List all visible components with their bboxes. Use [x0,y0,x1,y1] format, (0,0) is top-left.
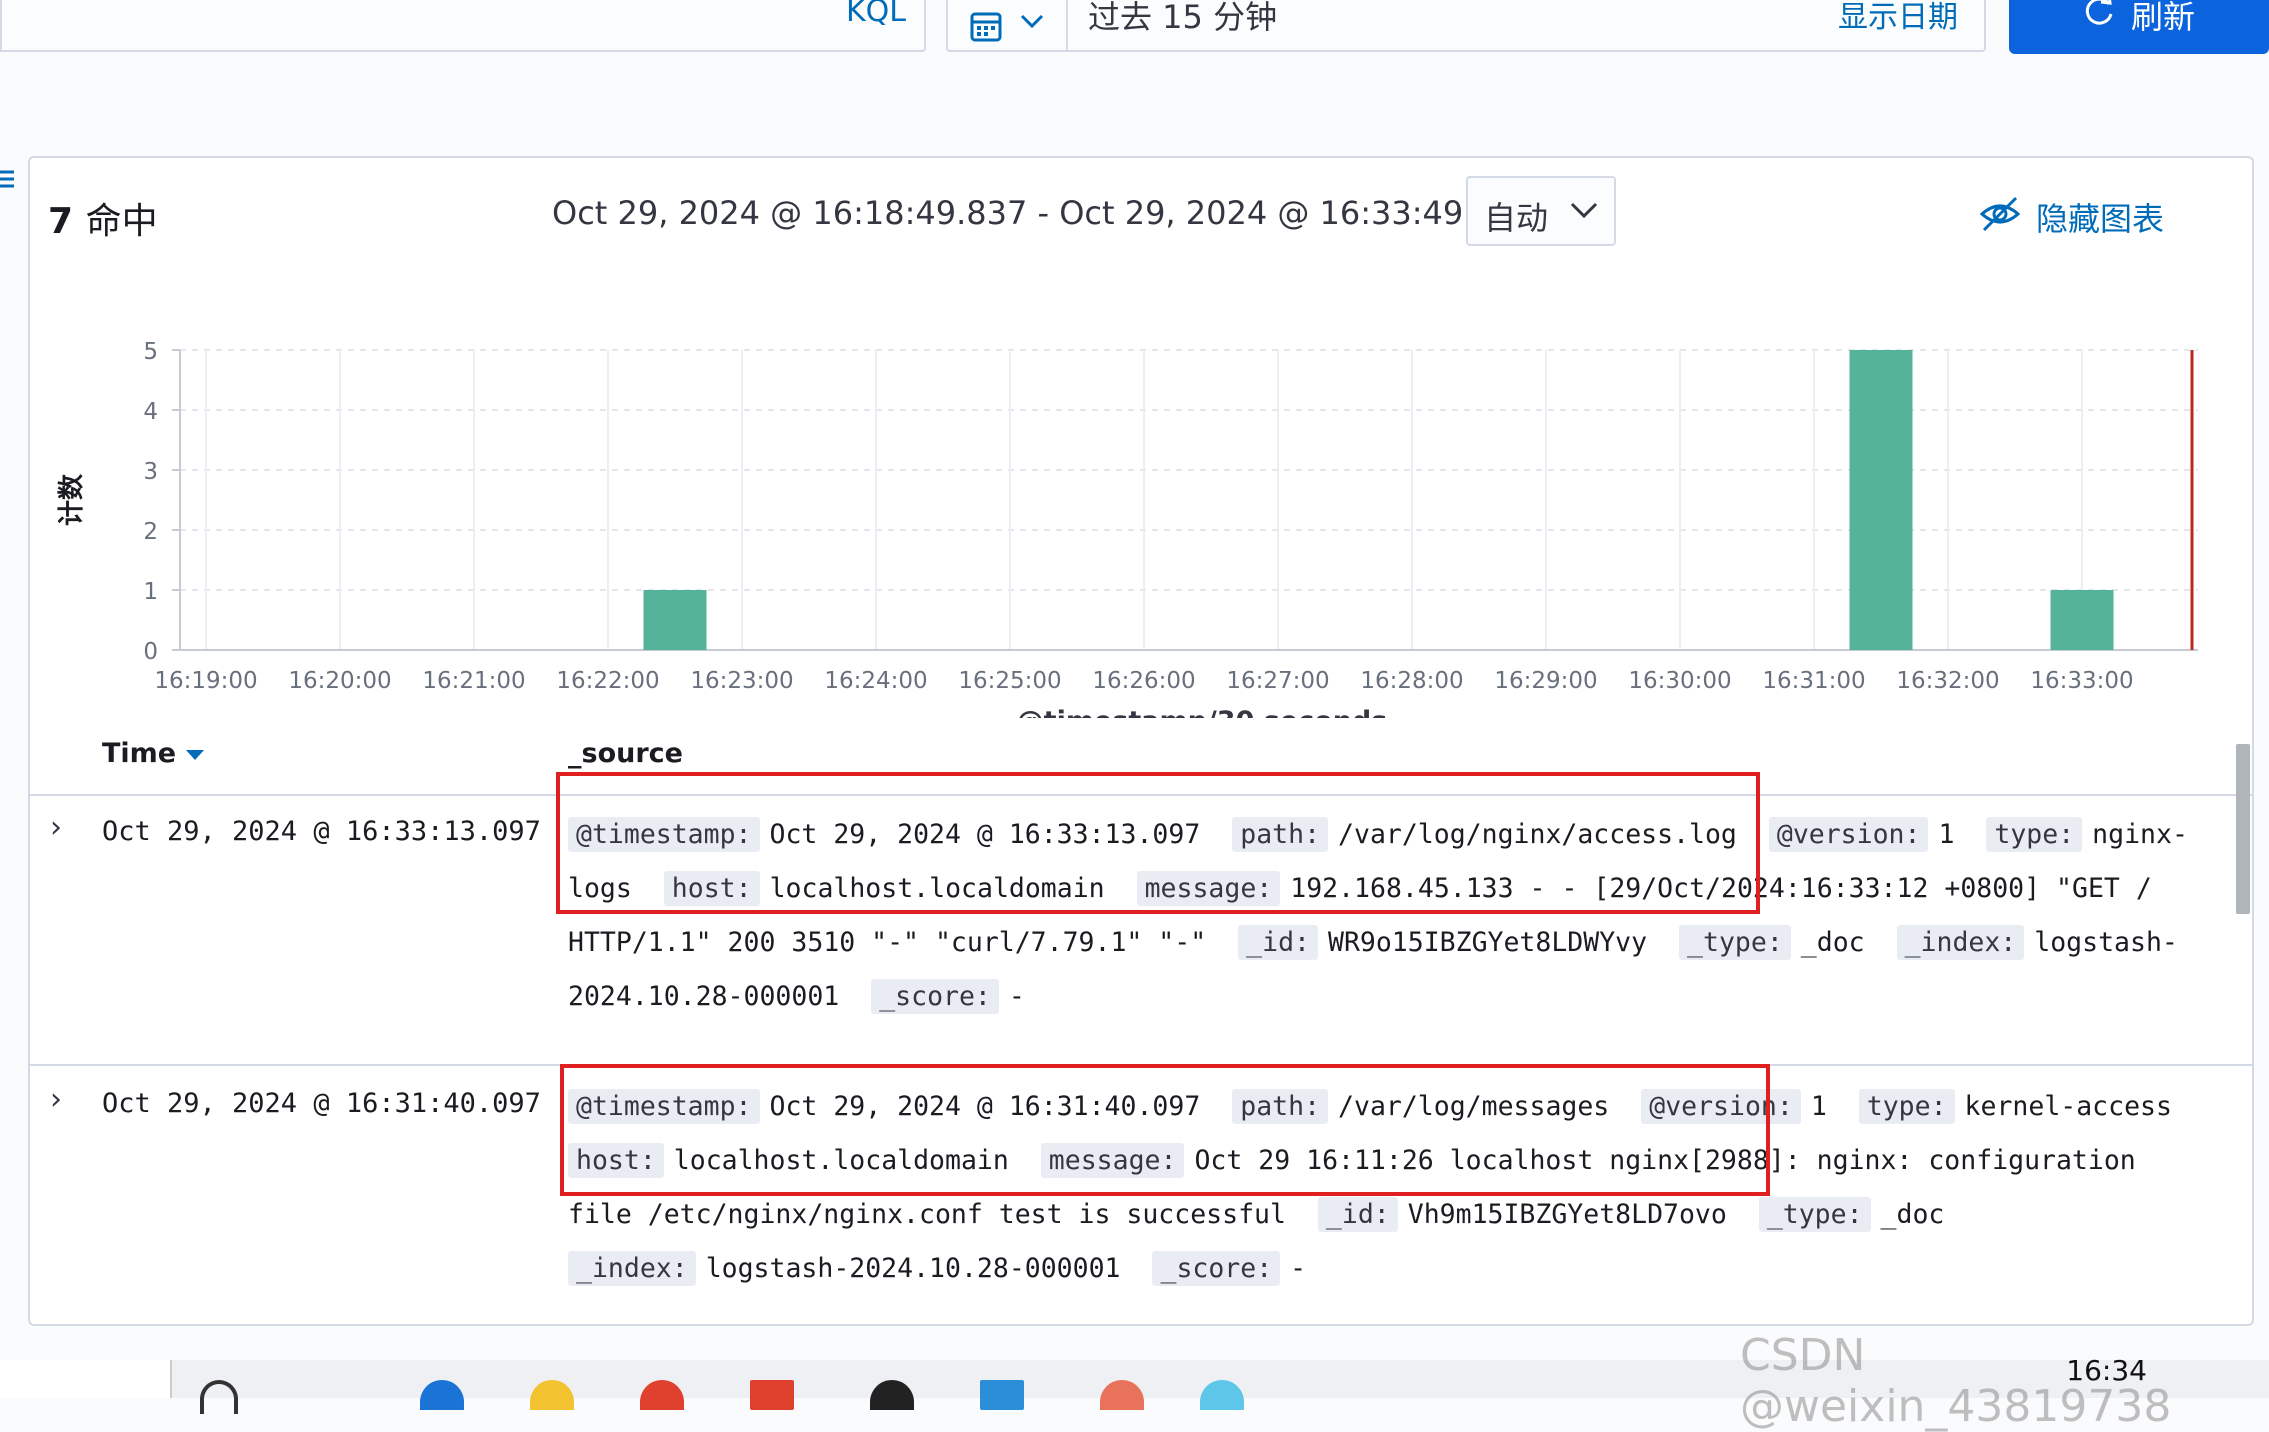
x-tick-label: 16:21:00 [422,668,525,694]
hit-count-suffix: 命中 [85,201,158,242]
chevron-down-icon [1570,202,1598,219]
field-value: - [1290,1253,1307,1284]
y-tick-label: 5 [143,339,158,365]
field-value: WR9o15IBZGYet8LDWYvy [1327,927,1648,958]
highlight-box [556,772,1760,914]
interval-select[interactable]: 自动 [1466,176,1616,246]
refresh-label: 刷新 [2131,0,2196,36]
refresh-icon [2085,0,2113,25]
x-tick-label: 16:27:00 [1226,668,1329,694]
row-expand-icon[interactable]: › [50,810,62,845]
search-icon[interactable] [200,1380,238,1414]
column-header-time[interactable]: Time [102,738,205,769]
field-key: _type: [1679,925,1791,960]
field-key: _index: [1896,925,2025,960]
row-time: Oct 29, 2024 @ 16:33:13.097 [102,816,541,847]
field-key: _score: [1152,1251,1281,1286]
scrollbar-thumb[interactable] [2236,744,2250,914]
browser-icon[interactable] [420,1380,464,1410]
app-icon[interactable] [980,1380,1024,1410]
field-key: _id: [1317,1197,1398,1232]
time-header-label: Time [102,738,177,769]
field-value: Vh9m15IBZGYet8LD7ovo [1407,1199,1727,1230]
x-axis-ticks: 16:19:00 16:20:00 16:21:00 16:22:00 16:23:00… [154,668,2133,694]
field-key: type: [1858,1089,1955,1124]
x-tick-label: 16:30:00 [1628,668,1731,694]
chart-bar [1849,350,1913,650]
app-icon[interactable] [750,1380,794,1410]
chart-bars [643,350,2114,650]
y-tick-label: 2 [143,519,158,545]
field-key: @version: [1768,817,1929,852]
y-axis-label: 计数 [57,473,87,526]
field-value: - [1008,981,1025,1012]
hit-count: 7 命中 [48,192,158,244]
chart-bar [643,590,707,650]
query-bar[interactable]: KQL [0,0,926,52]
y-tick-label: 3 [143,459,158,485]
kql-toggle[interactable]: KQL [846,0,906,29]
y-axis-ticks: 0 1 2 3 4 5 [143,339,158,665]
quick-menu-button[interactable] [948,0,1068,50]
x-tick-label: 16:31:00 [1762,668,1865,694]
field-value: 1 [1938,819,1955,850]
hide-chart-button[interactable]: 隐藏图表 [1980,194,2165,240]
field-value: logstash-2024.10.28-000001 [705,1253,1121,1284]
field-key: _index: [568,1251,696,1286]
field-value: kernel-access [1964,1091,2172,1122]
row-time: Oct 29, 2024 @ 16:31:40.097 [102,1088,541,1119]
highlight-box [560,1064,1770,1196]
show-dates-link[interactable]: 显示日期 [1838,0,1958,36]
chart-bar [2050,590,2114,650]
field-value: _doc [1800,927,1865,958]
field-key: _id: [1238,925,1318,960]
y-tick-label: 0 [143,639,158,665]
app-icon[interactable] [1100,1380,1144,1410]
field-key: _score: [871,979,999,1014]
chrome-icon[interactable] [640,1380,684,1410]
histogram-chart[interactable]: 012345 16:19:00 16:20:00 16:21:00 16:22:00 1… [50,278,2250,718]
x-tick-label: 16:29:00 [1494,668,1597,694]
field-key: _type: [1758,1197,1871,1232]
refresh-button[interactable]: 刷新 [2009,0,2269,54]
field-value: _doc [1880,1199,1945,1230]
x-axis-label: @timestamp/30 seconds [1017,706,1388,718]
column-header-source: _source [568,738,683,769]
hit-count-number: 7 [48,201,74,242]
x-tick-label: 16:28:00 [1360,668,1463,694]
folder-icon[interactable] [530,1380,574,1410]
menu-icon[interactable] [0,168,16,192]
x-tick-label: 16:24:00 [824,668,927,694]
interval-value: 自动 [1484,199,1549,237]
discover-panel: 7 命中 Oct 29, 2024 @ 16:18:49.837 - Oct 2… [28,156,2254,1326]
x-tick-label: 16:23:00 [690,668,793,694]
x-tick-label: 16:25:00 [958,668,1061,694]
hide-chart-label: 隐藏图表 [2036,200,2165,238]
chart-time-range: Oct 29, 2024 @ 16:18:49.837 - Oct 29, 20… [552,194,1535,232]
row-expand-icon[interactable]: › [50,1082,62,1117]
date-range-label[interactable]: 过去 15 分钟 [1088,0,1277,38]
field-value: 1 [1810,1091,1827,1122]
x-tick-label: 16:22:00 [556,668,659,694]
terminal-icon[interactable] [870,1380,914,1410]
date-picker[interactable]: 过去 15 分钟 显示日期 [946,0,1986,52]
x-tick-label: 16:32:00 [1896,668,1999,694]
x-tick-label: 16:19:00 [154,668,257,694]
app-icon[interactable] [1200,1380,1244,1410]
x-tick-label: 16:26:00 [1092,668,1195,694]
watermark: CSDN @weixin_43819738 [1740,1330,2172,1432]
eye-closed-icon [1980,196,2020,232]
x-tick-label: 16:20:00 [288,668,391,694]
x-tick-label: 16:33:00 [2030,668,2133,694]
y-tick-label: 1 [143,579,158,605]
sort-desc-icon[interactable] [186,749,205,760]
calendar-icon [970,12,1044,42]
taskbar-search-area[interactable] [0,1360,172,1398]
field-key: type: [1986,817,2083,852]
y-tick-label: 4 [143,399,158,425]
